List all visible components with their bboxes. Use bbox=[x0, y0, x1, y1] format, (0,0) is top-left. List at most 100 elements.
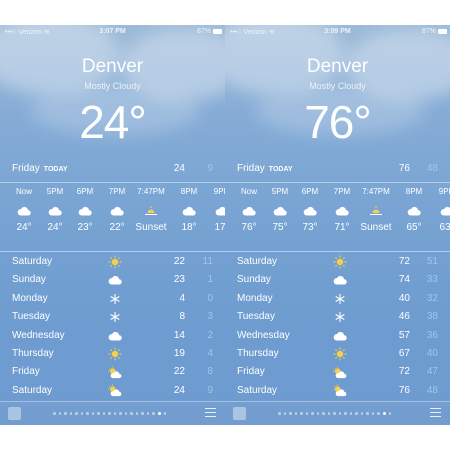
day-high: 4 bbox=[179, 292, 185, 304]
day-name: Saturday bbox=[237, 256, 278, 267]
page-dot bbox=[69, 412, 72, 415]
hourly-item: 7PM 71° bbox=[323, 184, 361, 233]
page-dot bbox=[382, 411, 386, 415]
snow-icon bbox=[333, 310, 347, 324]
bottom-toolbar bbox=[225, 401, 450, 425]
city-name: Denver bbox=[306, 56, 369, 77]
page-dot bbox=[130, 412, 133, 415]
cloud-icon bbox=[333, 329, 347, 343]
page-dot bbox=[124, 412, 127, 415]
daily-row: Wednesday 57 36 bbox=[237, 327, 438, 345]
daily-forecast[interactable]: Saturday 22 11 Sunday 23 1 Monday 4 0 Tu… bbox=[12, 253, 213, 400]
daily-forecast[interactable]: Saturday 72 51 Sunday 74 33 Monday 40 32… bbox=[237, 253, 438, 400]
today-low: 9 bbox=[207, 163, 213, 174]
daily-row: Saturday 24 9 bbox=[12, 382, 213, 400]
snow-icon bbox=[108, 310, 122, 324]
hourly-item: 7:47PM Sunset bbox=[132, 184, 170, 233]
page-dot bbox=[333, 412, 336, 415]
day-high: 72 bbox=[398, 366, 410, 378]
day-low: 8 bbox=[207, 366, 213, 378]
list-icon[interactable] bbox=[430, 408, 441, 420]
day-name: Thursday bbox=[12, 347, 54, 359]
hour-time: 7:47PM bbox=[137, 187, 165, 196]
day-high: 23 bbox=[173, 274, 185, 286]
page-dot bbox=[141, 412, 144, 415]
day-high: 74 bbox=[398, 274, 410, 286]
today-day: Friday TODAY bbox=[12, 163, 68, 174]
hour-temp: 63° bbox=[439, 222, 450, 233]
page-dot bbox=[108, 412, 111, 415]
page-dot bbox=[349, 412, 352, 415]
day-name: Monday bbox=[237, 292, 273, 304]
today-day-label: Friday bbox=[12, 163, 40, 174]
clock: 3:07 PM bbox=[99, 28, 126, 35]
day-name: Tuesday bbox=[12, 311, 50, 323]
hourly-forecast[interactable]: Now 76° 5PM 75° 6PM 73° 7PM 71° 7:47PM S… bbox=[225, 184, 450, 250]
divider bbox=[0, 251, 225, 252]
sun-icon bbox=[333, 255, 347, 269]
day-high: 57 bbox=[398, 329, 410, 341]
day-name: Sunday bbox=[12, 274, 46, 286]
day-high: 72 bbox=[398, 256, 410, 267]
day-name: Saturday bbox=[12, 384, 53, 396]
partly-cloudy-icon bbox=[333, 384, 347, 398]
daily-row: Tuesday 8 3 bbox=[12, 308, 213, 326]
day-high: 22 bbox=[173, 256, 185, 267]
hourly-item: 7:47PM Sunset bbox=[357, 184, 395, 233]
weather-channel-logo-icon[interactable] bbox=[233, 407, 246, 420]
day-high: 46 bbox=[398, 311, 410, 323]
today-summary: Friday TODAY 24 9 bbox=[12, 163, 213, 177]
divider bbox=[225, 182, 450, 183]
day-name: Wednesday bbox=[237, 329, 290, 341]
day-name: Wednesday bbox=[12, 329, 65, 341]
battery-percent: 87% bbox=[421, 28, 436, 35]
page-dot bbox=[305, 412, 308, 415]
daily-row: Monday 40 32 bbox=[237, 290, 438, 308]
page-dot bbox=[86, 412, 89, 415]
list-icon[interactable] bbox=[205, 408, 216, 420]
hour-time: 7PM bbox=[108, 187, 126, 196]
page-dot bbox=[80, 412, 83, 415]
sun-icon bbox=[108, 347, 122, 361]
cloud-icon bbox=[333, 273, 347, 287]
today-high: 24 bbox=[173, 163, 185, 174]
partly-cloudy-icon bbox=[108, 384, 122, 398]
page-dot bbox=[322, 412, 325, 415]
weather-channel-logo-icon[interactable] bbox=[8, 407, 21, 420]
day-low: 51 bbox=[426, 256, 438, 267]
cloud-icon bbox=[98, 200, 136, 222]
daily-row: Friday 72 47 bbox=[237, 363, 438, 381]
page-dot bbox=[388, 412, 391, 415]
hourly-forecast[interactable]: Now 24° 5PM 24° 6PM 23° 7PM 22° 7:47PM S… bbox=[0, 184, 225, 250]
day-low: 47 bbox=[426, 366, 438, 378]
daily-row: Thursday 67 40 bbox=[237, 345, 438, 363]
page-dot bbox=[371, 412, 374, 415]
daily-row: Thursday 19 4 bbox=[12, 345, 213, 363]
page-dot bbox=[135, 412, 138, 415]
sun-icon bbox=[108, 255, 122, 269]
page-dot bbox=[102, 412, 105, 415]
page-dot bbox=[113, 412, 116, 415]
cloud-icon bbox=[108, 273, 122, 287]
hour-temp: 17° bbox=[214, 222, 225, 233]
condition-label: Mostly Cloudy bbox=[84, 81, 141, 91]
hour-temp: Sunset bbox=[360, 222, 392, 233]
page-dot bbox=[75, 412, 78, 415]
snow-icon bbox=[333, 292, 347, 306]
today-tag: TODAY bbox=[268, 166, 293, 173]
page-dot bbox=[327, 412, 330, 415]
cloud-icon bbox=[203, 200, 225, 222]
city-name: Denver bbox=[81, 56, 144, 77]
day-low: 36 bbox=[426, 329, 438, 341]
daily-row: Saturday 22 11 bbox=[12, 253, 213, 271]
page-indicator[interactable] bbox=[278, 411, 391, 415]
page-indicator[interactable] bbox=[53, 411, 166, 415]
hour-temp: Sunset bbox=[135, 222, 167, 233]
day-name: Thursday bbox=[237, 347, 279, 359]
page-dot bbox=[289, 412, 292, 415]
page-dot bbox=[300, 412, 303, 415]
page-dot bbox=[316, 412, 319, 415]
partly-cloudy-icon bbox=[333, 365, 347, 379]
daily-row: Sunday 74 33 bbox=[237, 271, 438, 289]
page-dot bbox=[355, 412, 358, 415]
